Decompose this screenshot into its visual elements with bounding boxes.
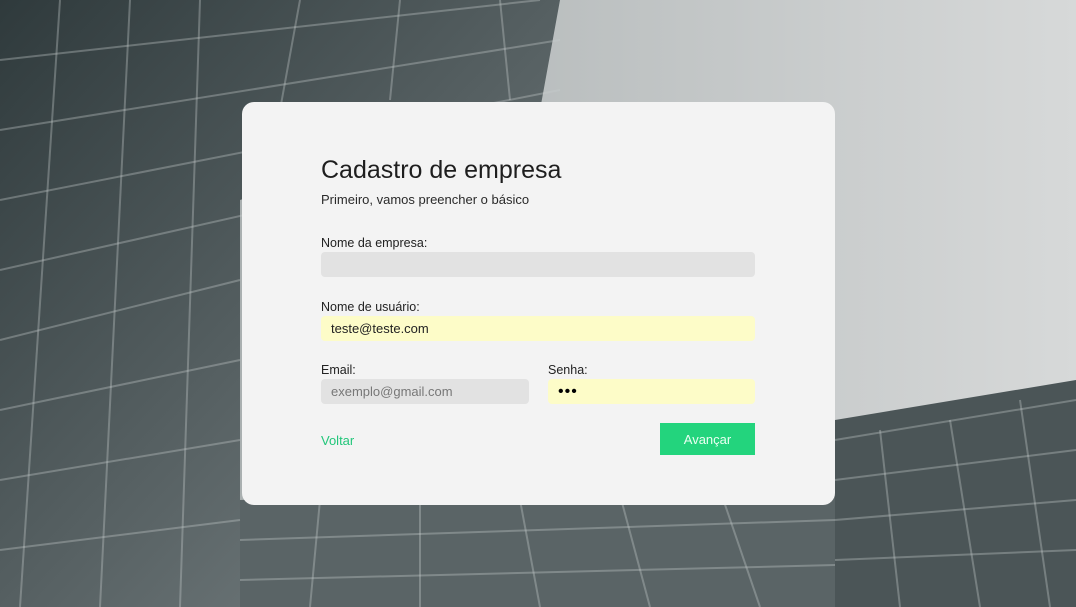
- next-button[interactable]: Avançar: [660, 423, 755, 455]
- page-subtitle: Primeiro, vamos preencher o básico: [321, 192, 530, 207]
- email-placeholder: exemplo@gmail.com: [331, 384, 453, 399]
- username-label: Nome de usuário:: [321, 300, 420, 314]
- username-field[interactable]: teste@teste.com: [321, 316, 755, 341]
- company-name-label: Nome da empresa:: [321, 236, 428, 250]
- password-field[interactable]: •••: [548, 379, 755, 404]
- password-masked-value: •••: [558, 382, 578, 400]
- email-label: Email:: [321, 363, 356, 377]
- password-label: Senha:: [548, 363, 588, 377]
- signup-card: Cadastro de empresa Primeiro, vamos pree…: [242, 102, 835, 505]
- username-value: teste@teste.com: [331, 321, 429, 336]
- back-link[interactable]: Voltar: [321, 433, 354, 448]
- email-field[interactable]: exemplo@gmail.com: [321, 379, 529, 404]
- page-title: Cadastro de empresa: [321, 156, 562, 184]
- company-name-field[interactable]: [321, 252, 755, 277]
